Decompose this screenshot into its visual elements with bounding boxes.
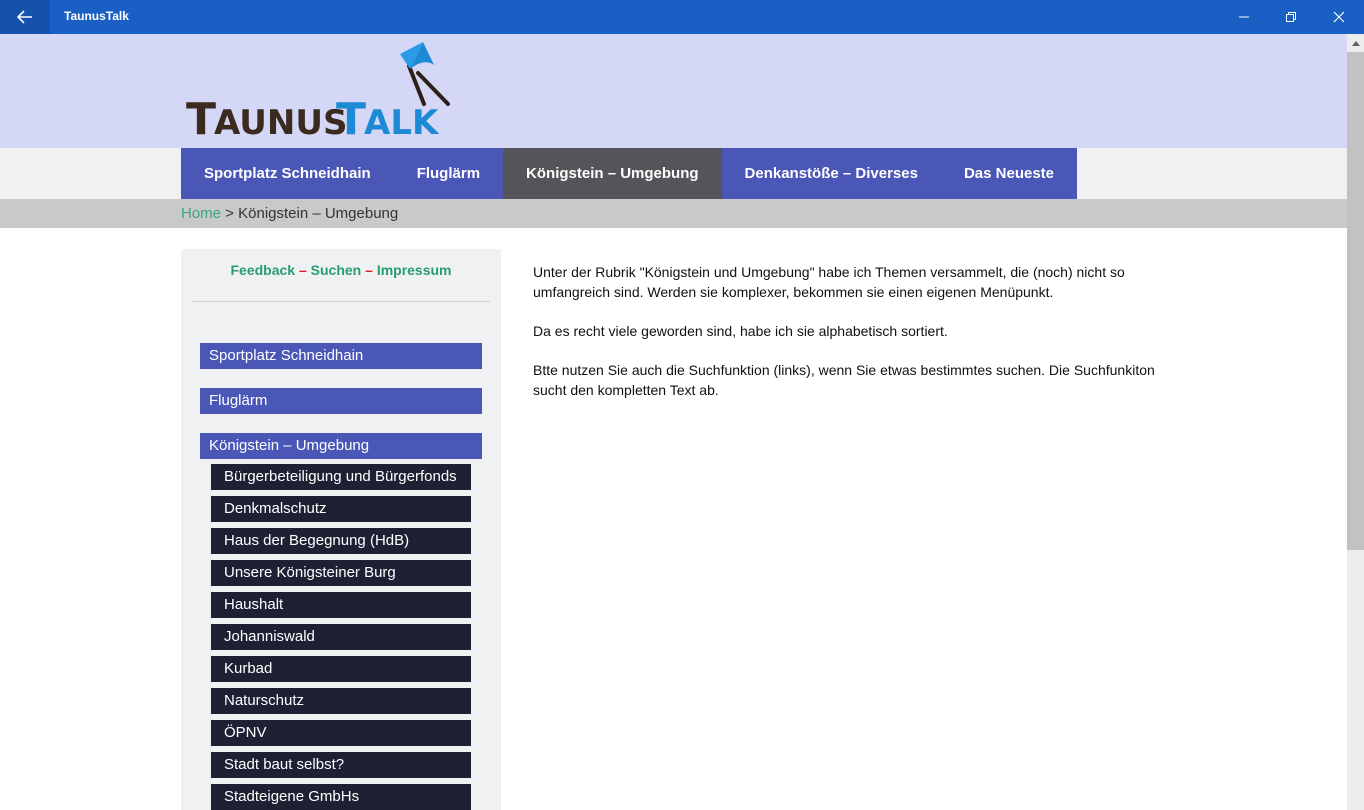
back-button[interactable]: [0, 0, 50, 34]
header-banner: T AUNUS T ALK: [0, 34, 1347, 148]
submenu-item[interactable]: Stadteigene GmbHs: [211, 784, 471, 810]
taunustalk-logo[interactable]: T AUNUS T ALK: [186, 38, 456, 145]
content-paragraph: Da es recht viele geworden sind, habe ic…: [533, 323, 948, 339]
content-paragraph: Btte nutzen Sie auch die Suchfunktion (l…: [533, 362, 1155, 398]
back-arrow-icon: [17, 10, 32, 24]
sidebar: Feedback – Suchen – Impressum Sportplatz…: [181, 249, 501, 810]
logo-text-part3: T: [336, 94, 366, 138]
submenu-item[interactable]: Bürgerbeteiligung und Bürgerfonds: [211, 464, 471, 490]
restore-icon: [1286, 12, 1296, 22]
logo-text-part2: AUNUS: [214, 103, 347, 138]
close-icon: [1333, 11, 1345, 23]
scroll-up-button[interactable]: [1347, 34, 1364, 51]
nav-item-fluglaerm[interactable]: Fluglärm: [393, 148, 504, 199]
nav-item-neueste[interactable]: Das Neueste: [940, 148, 1077, 199]
suchen-link[interactable]: Suchen: [311, 262, 362, 278]
feedback-link[interactable]: Feedback: [230, 262, 295, 278]
main-content: Unter der Rubrik "Königstein und Umgebun…: [533, 262, 1183, 419]
submenu-item[interactable]: Johanniswald: [211, 624, 471, 650]
breadcrumb-bar: Home > Königstein – Umgebung: [0, 199, 1347, 228]
sidebar-item-fluglaerm[interactable]: Fluglärm: [200, 388, 482, 414]
breadcrumb-home-link[interactable]: Home: [181, 205, 221, 222]
impressum-link[interactable]: Impressum: [377, 262, 452, 278]
minimize-button[interactable]: [1221, 0, 1267, 34]
link-separator: –: [295, 262, 311, 278]
quick-links: Feedback – Suchen – Impressum: [181, 262, 501, 278]
window-title: TaunusTalk: [64, 9, 129, 23]
sidebar-item-sportplatz[interactable]: Sportplatz Schneidhain: [200, 343, 482, 369]
submenu-item[interactable]: Haushalt: [211, 592, 471, 618]
scrollbar-thumb[interactable]: [1347, 52, 1364, 550]
content-paragraph: Unter der Rubrik "Königstein und Umgebun…: [533, 264, 1125, 300]
sidebar-divider: [192, 301, 490, 302]
submenu-item[interactable]: Denkmalschutz: [211, 496, 471, 522]
logo-text-part1: T: [186, 94, 216, 138]
submenu-item[interactable]: Stadt baut selbst?: [211, 752, 471, 778]
close-button[interactable]: [1316, 0, 1362, 34]
submenu-item[interactable]: ÖPNV: [211, 720, 471, 746]
breadcrumb: Home > Königstein – Umgebung: [181, 205, 398, 222]
breadcrumb-current: Königstein – Umgebung: [238, 205, 399, 222]
chevron-up-icon: [1351, 40, 1360, 46]
title-bar: TaunusTalk: [0, 0, 1364, 34]
breadcrumb-separator: >: [221, 205, 239, 222]
submenu-item[interactable]: Unsere Königsteiner Burg: [211, 560, 471, 586]
submenu-item[interactable]: Naturschutz: [211, 688, 471, 714]
main-nav: Sportplatz Schneidhain Fluglärm Königste…: [181, 148, 1077, 199]
logo-text-part4: ALK: [364, 103, 440, 138]
nav-item-koenigstein[interactable]: Königstein – Umgebung: [503, 148, 722, 199]
restore-button[interactable]: [1268, 0, 1314, 34]
submenu-item[interactable]: Haus der Begegnung (HdB): [211, 528, 471, 554]
nav-item-sportplatz[interactable]: Sportplatz Schneidhain: [181, 148, 394, 199]
minimize-icon: [1239, 16, 1249, 18]
submenu-item[interactable]: Kurbad: [211, 656, 471, 682]
sidebar-item-koenigstein[interactable]: Königstein – Umgebung: [200, 433, 482, 459]
nav-item-denkanstoesse[interactable]: Denkanstöße – Diverses: [721, 148, 941, 199]
link-separator: –: [361, 262, 377, 278]
